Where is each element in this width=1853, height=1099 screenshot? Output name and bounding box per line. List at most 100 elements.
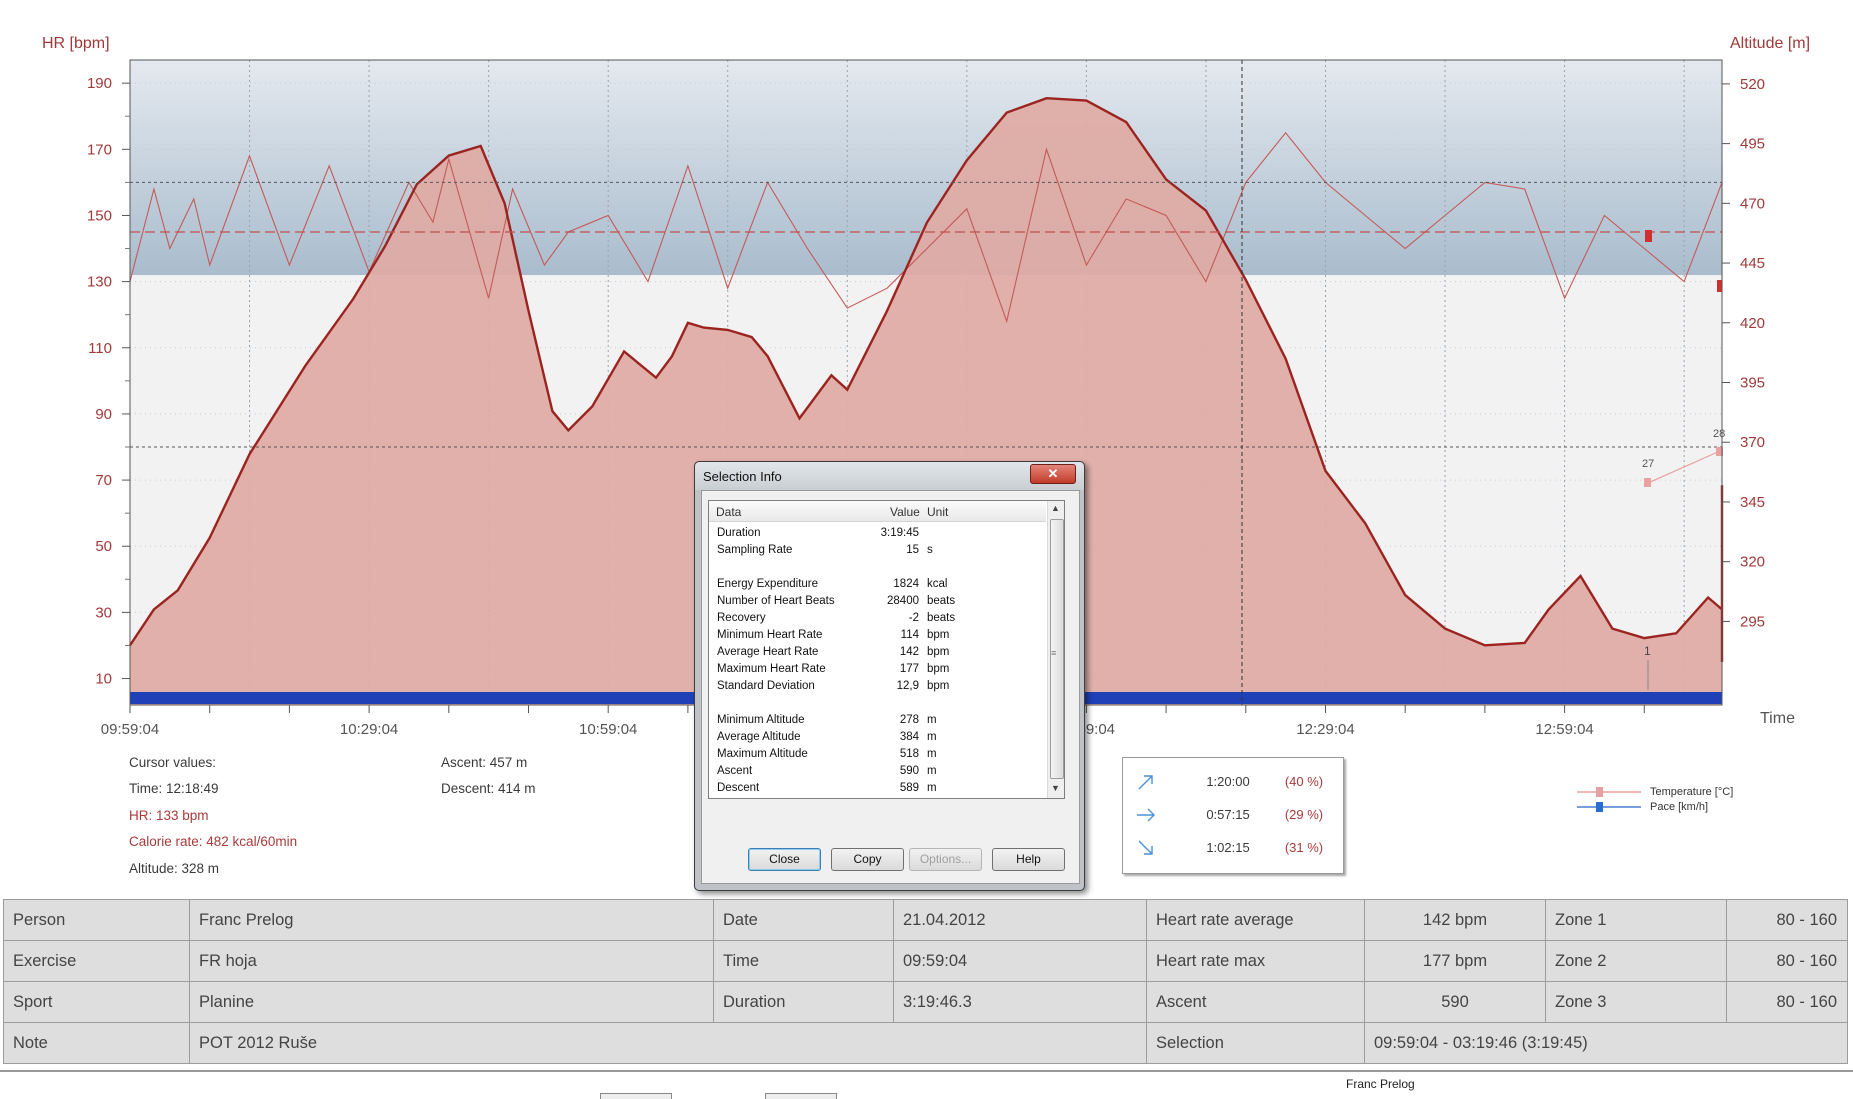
column-unit[interactable]: Unit	[927, 505, 948, 519]
exercise-value: FR hoja	[189, 940, 714, 982]
legend-pace-label: Pace [km/h]	[1650, 801, 1709, 813]
list-item[interactable]: Maximum Heart Rate 177 bpm	[709, 661, 1046, 678]
list-item[interactable]: Energy Expenditure 1824 kcal	[709, 576, 1046, 593]
selection-info-list[interactable]: Data Value Unit Duration 3:19:45 Sampling …	[708, 500, 1065, 799]
chart-legend: Temperature [°C] Pace [km/h]	[1575, 785, 1755, 825]
item-label: Descent	[717, 782, 760, 794]
item-label: Minimum Heart Rate	[717, 629, 823, 641]
list-item[interactable]: Recovery -2 beats	[709, 610, 1046, 627]
slope-row-descent: 1:02:15 (31 %)	[1123, 836, 1343, 860]
scroll-down-icon[interactable]: ▼	[1051, 783, 1060, 793]
footer-tab[interactable]	[765, 1093, 837, 1099]
hr-average-label: Heart rate average	[1146, 899, 1365, 941]
exercise-label: Exercise	[3, 940, 190, 982]
slope-time: 1:02:15	[1206, 840, 1250, 855]
list-item[interactable]: Average Heart Rate 142 bpm	[709, 644, 1046, 661]
date-label: Date	[713, 899, 894, 941]
hr-tick-label: 150	[87, 207, 112, 224]
list-item[interactable]: Number of Heart Beats 28400 beats	[709, 593, 1046, 610]
table-row: Sport Planine Duration 3:19:46.3 Ascent …	[3, 981, 1848, 1023]
item-unit: bpm	[927, 629, 950, 641]
item-value: 28400	[887, 595, 919, 607]
altitude-axis: 520 495 470 445 420 395 370 345 320 295	[1722, 76, 1765, 630]
list-item[interactable]: Slopes3	[709, 797, 1046, 798]
item-unit: bpm	[927, 663, 950, 675]
item-value: 278	[899, 714, 919, 726]
close-button[interactable]: Close	[748, 848, 821, 871]
hr-tick-label: 70	[95, 472, 112, 489]
list-item[interactable]	[709, 559, 1046, 576]
list-item[interactable]: Descent 589 m	[709, 780, 1046, 797]
list-item[interactable]: Duration 3:19:45	[709, 525, 1046, 542]
slope-percent: (29 %)	[1284, 807, 1324, 822]
item-value: 3:19:45	[880, 527, 919, 539]
person-label: Person	[3, 899, 190, 941]
options-button[interactable]: Options...	[909, 848, 982, 871]
hr-marker	[1717, 280, 1722, 292]
footer-tab[interactable]	[600, 1093, 672, 1099]
hr-tick-label: 170	[87, 141, 112, 158]
zone1-label: Zone 1	[1545, 899, 1727, 941]
scroll-up-icon[interactable]: ▲	[1051, 503, 1060, 513]
time-tick-label: 09:59:04	[101, 721, 159, 738]
altitude-tick-label: 445	[1740, 255, 1765, 272]
list-item[interactable]: Maximum Altitude 518 m	[709, 746, 1046, 763]
cursor-descent: Descent: 414 m	[441, 781, 536, 796]
item-value: 589	[899, 782, 919, 794]
item-value: 590	[899, 765, 919, 777]
help-button[interactable]: Help	[992, 848, 1065, 871]
list-item[interactable]: Sampling Rate 15 s	[709, 542, 1046, 559]
item-label: Ascent	[717, 765, 753, 777]
item-label: Energy Expenditure	[717, 578, 819, 590]
item-unit: beats	[927, 612, 956, 624]
item-label: Average Altitude	[717, 731, 801, 743]
altitude-tick-label: 345	[1740, 494, 1765, 511]
item-unit: m	[927, 731, 937, 743]
dialog-titlebar[interactable]: Selection Info ✕	[695, 462, 1084, 490]
cursor-calorie-rate: Calorie rate: 482 kcal/60min	[129, 834, 298, 849]
zone2-value: 80 - 160	[1726, 940, 1848, 982]
list-item[interactable]: Minimum Heart Rate 114 bpm	[709, 627, 1046, 644]
item-label: Duration	[717, 527, 761, 539]
zone2-label: Zone 2	[1545, 940, 1727, 982]
altitude-tick-label: 370	[1740, 434, 1765, 451]
item-unit: m	[927, 782, 937, 794]
item-label: Average Heart Rate	[717, 646, 819, 658]
item-label: Standard Deviation	[717, 680, 815, 692]
exercise-summary-table: Person Franc Prelog Date 21.04.2012 Hear…	[3, 899, 1848, 1064]
column-value[interactable]: Value	[890, 505, 920, 519]
list-scrollbar[interactable]: ▲ ≡ ▼	[1047, 501, 1064, 798]
cursor-altitude: Altitude: 328 m	[129, 861, 220, 876]
time-tick-label: 10:29:04	[340, 721, 398, 738]
item-value: -2	[908, 612, 919, 624]
selection-info-dialog: Selection Info ✕ Data Value Unit Duratio…	[694, 461, 1085, 891]
table-row: Person Franc Prelog Date 21.04.2012 Hear…	[3, 899, 1848, 941]
dialog-close-icon[interactable]: ✕	[1030, 464, 1076, 484]
item-label: Maximum Heart Rate	[717, 663, 826, 675]
list-item[interactable]	[709, 695, 1046, 712]
legend-temperature-label: Temperature [°C]	[1650, 786, 1734, 798]
column-data[interactable]: Data	[716, 505, 741, 519]
item-value: 12,9	[896, 680, 919, 692]
zone3-label: Zone 3	[1545, 981, 1727, 1023]
temperature-label: 28	[1713, 428, 1725, 440]
hr-tick-label: 10	[95, 671, 112, 688]
duration-value: 3:19:46.3	[893, 981, 1147, 1023]
arrow-down-right-icon	[1138, 840, 1153, 855]
list-item[interactable]: Minimum Altitude 278 m	[709, 712, 1046, 729]
item-unit: bpm	[927, 646, 950, 658]
zone1-value: 80 - 160	[1726, 899, 1848, 941]
item-unit: m	[927, 714, 937, 726]
time-tick-label: 10:59:04	[579, 721, 637, 738]
list-item[interactable]: Average Altitude 384 m	[709, 729, 1046, 746]
copy-button[interactable]: Copy	[831, 848, 904, 871]
item-unit: m	[927, 765, 937, 777]
list-item[interactable]: Ascent 590 m	[709, 763, 1046, 780]
altitude-tick-label: 420	[1740, 315, 1765, 332]
slope-time: 0:57:15	[1206, 807, 1250, 822]
slope-percent: (40 %)	[1284, 774, 1324, 789]
slope-summary-box: 1:20:00 (40 %) 0:57:15 (29 %) 1:02:15 (3…	[1122, 757, 1344, 874]
altitude-tick-label: 520	[1740, 76, 1765, 93]
list-item[interactable]: Standard Deviation 12,9 bpm	[709, 678, 1046, 695]
status-footer: Franc Prelog	[0, 1070, 1853, 1099]
